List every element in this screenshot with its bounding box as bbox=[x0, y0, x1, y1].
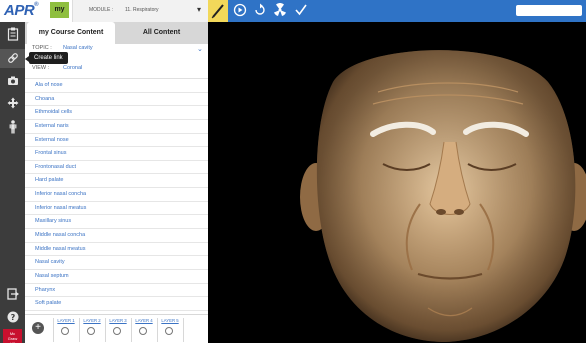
layer-label[interactable]: LAYER 1 bbox=[54, 318, 78, 323]
left-rail: ? Mc Graw Hill bbox=[0, 22, 25, 346]
move-icon bbox=[7, 97, 18, 109]
logo-text: APR bbox=[4, 2, 35, 19]
top-bar: APR® my MODULE : 11. Respiratory ▾ bbox=[0, 0, 586, 22]
content-panel: my Course Content All Content TOPIC : Na… bbox=[25, 22, 208, 344]
exit-button[interactable] bbox=[0, 288, 25, 304]
layer-controls: + LAYER 1 LAYER 2 LAYER 3 LAYER 4 LAYER … bbox=[25, 314, 208, 344]
structure-item[interactable]: Maxillary sinus bbox=[25, 215, 208, 230]
logo-mark: ® bbox=[34, 2, 39, 8]
tab-my-course-content[interactable]: my Course Content bbox=[27, 22, 115, 44]
play-icon bbox=[233, 3, 247, 17]
layer-5: LAYER 5 bbox=[157, 318, 182, 342]
structure-item[interactable]: Ala of nose bbox=[25, 79, 208, 93]
rotate-icon bbox=[255, 3, 265, 15]
snapshot-button[interactable] bbox=[0, 75, 25, 91]
structure-list: Ala of nose Choana Ethmoidal cells Exter… bbox=[25, 79, 208, 311]
structure-item[interactable]: Middle nasal concha bbox=[25, 229, 208, 243]
clipboard-icon bbox=[7, 27, 18, 41]
layer-label[interactable]: LAYER 2 bbox=[80, 318, 104, 323]
view-label: VIEW : bbox=[32, 65, 50, 71]
structure-item[interactable]: Choana bbox=[25, 93, 208, 107]
anatomy-viewer[interactable] bbox=[208, 22, 586, 343]
exit-icon bbox=[6, 288, 19, 300]
view-selector[interactable]: VIEW : Coronal bbox=[25, 65, 208, 79]
topic-label: TOPIC : bbox=[32, 45, 52, 51]
view-value: Coronal bbox=[63, 65, 83, 71]
structure-item[interactable]: Middle nasal meatus bbox=[25, 243, 208, 257]
help-icon: ? bbox=[7, 311, 18, 323]
anatomy-button[interactable] bbox=[0, 120, 25, 138]
quiz-button[interactable] bbox=[294, 3, 308, 21]
layer-3-radio[interactable] bbox=[113, 327, 121, 335]
pen-icon bbox=[211, 4, 224, 19]
mcgraw-hill-logo: Mc Graw Hill bbox=[3, 329, 22, 346]
module-value: 11. Respiratory bbox=[125, 7, 159, 13]
structure-item[interactable]: External nose bbox=[25, 134, 208, 148]
search-input[interactable] bbox=[516, 5, 582, 16]
layer-5-radio[interactable] bbox=[165, 327, 173, 335]
layer-2: LAYER 2 bbox=[79, 318, 104, 342]
layer-1: LAYER 1 bbox=[53, 318, 78, 342]
create-link-tooltip: Create link bbox=[25, 52, 68, 64]
structure-item[interactable]: Inferior nasal concha bbox=[25, 188, 208, 202]
layer-label[interactable]: LAYER 3 bbox=[106, 318, 130, 323]
layer-label[interactable]: LAYER 5 bbox=[158, 318, 182, 323]
camera-icon bbox=[7, 76, 18, 85]
notes-button[interactable] bbox=[0, 27, 25, 45]
my-tab-button[interactable]: my bbox=[50, 2, 69, 18]
person-icon bbox=[9, 120, 16, 134]
layer-1-radio[interactable] bbox=[61, 327, 69, 335]
layer-4-radio[interactable] bbox=[139, 327, 147, 335]
viewer-toolbar bbox=[228, 0, 586, 22]
structure-item[interactable]: Ethmoidal cells bbox=[25, 106, 208, 120]
publisher-line-3: Hill bbox=[9, 341, 16, 346]
link-icon bbox=[7, 53, 18, 63]
svg-text:?: ? bbox=[10, 313, 15, 322]
module-label: MODULE : bbox=[89, 7, 114, 13]
create-link-button[interactable] bbox=[0, 49, 25, 68]
structure-item[interactable]: Soft palate bbox=[25, 297, 208, 311]
pan-button[interactable] bbox=[0, 97, 25, 113]
layer-2-radio[interactable] bbox=[87, 327, 95, 335]
play-button[interactable] bbox=[233, 3, 247, 21]
face-model-image[interactable] bbox=[208, 22, 586, 343]
layer-3: LAYER 3 bbox=[105, 318, 130, 342]
xray-button[interactable] bbox=[273, 2, 287, 21]
structure-item[interactable]: Hard palate bbox=[25, 174, 208, 189]
structure-item[interactable]: Nasal septum bbox=[25, 270, 208, 284]
add-layer-button[interactable]: + bbox=[32, 322, 44, 334]
tab-all-content[interactable]: All Content bbox=[117, 22, 206, 44]
layer-4: LAYER 4 bbox=[131, 318, 156, 342]
structure-item[interactable]: Inferior nasal meatus bbox=[25, 202, 208, 216]
structure-item[interactable]: Nasal cavity bbox=[25, 256, 208, 270]
apr-logo[interactable]: APR® bbox=[4, 2, 39, 19]
chevron-down-icon: ⌄ bbox=[197, 46, 203, 53]
rotate-button[interactable] bbox=[253, 3, 267, 21]
structure-item[interactable]: Pharynx bbox=[25, 284, 208, 298]
content-tabs: my Course Content All Content bbox=[25, 22, 208, 44]
pen-tool-button[interactable] bbox=[208, 0, 228, 22]
topic-value: Nasal cavity bbox=[63, 45, 93, 51]
help-button[interactable]: ? bbox=[0, 311, 25, 327]
radiation-icon bbox=[274, 2, 286, 16]
structure-item[interactable]: External naris bbox=[25, 120, 208, 134]
layer-label[interactable]: LAYER 4 bbox=[132, 318, 156, 323]
layer-divider bbox=[183, 318, 185, 342]
structure-item[interactable]: Frontal sinus bbox=[25, 147, 208, 161]
chevron-down-icon: ▾ bbox=[197, 5, 202, 14]
structure-item[interactable]: Frontonasal duct bbox=[25, 161, 208, 175]
module-selector[interactable]: MODULE : 11. Respiratory ▾ bbox=[72, 0, 209, 22]
checkmark-icon bbox=[295, 4, 307, 16]
